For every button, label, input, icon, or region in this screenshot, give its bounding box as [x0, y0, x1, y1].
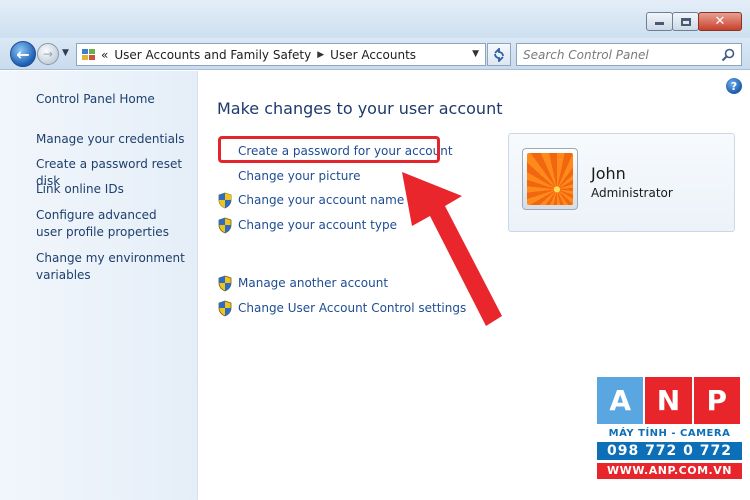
breadcrumb-item-user-accounts[interactable]: User Accounts	[330, 48, 416, 62]
user-account-card: John Administrator	[508, 133, 735, 232]
title-bar: ✕	[0, 0, 750, 38]
breadcrumb-overflow[interactable]: «	[101, 48, 108, 62]
breadcrumb-separator-icon[interactable]: ▶	[317, 50, 324, 60]
maximize-button[interactable]	[672, 12, 699, 31]
refresh-icon	[494, 47, 504, 62]
user-picture[interactable]	[522, 148, 578, 210]
search-input[interactable]	[523, 47, 713, 62]
search-icon[interactable]	[721, 48, 735, 62]
navigation-bar: ← → ▼ « User Accounts and Family Safety …	[0, 38, 750, 70]
close-icon: ✕	[714, 14, 726, 29]
task-pane: Control Panel Home Manage your credentia…	[0, 71, 198, 500]
task-manage-another-account[interactable]: Manage another account	[217, 274, 388, 292]
control-panel-home-link[interactable]: Control Panel Home	[36, 91, 186, 108]
user-name: John	[591, 164, 626, 183]
close-button[interactable]: ✕	[698, 12, 742, 31]
manage-credentials-link[interactable]: Manage your credentials	[36, 131, 186, 148]
change-account-name-link[interactable]: Change your account name	[238, 193, 404, 207]
minimize-button[interactable]	[646, 12, 673, 31]
uac-shield-icon	[218, 192, 232, 208]
minimize-icon	[655, 19, 664, 25]
annotation-arrow-icon	[402, 172, 502, 326]
flower-avatar-icon	[527, 153, 573, 205]
change-environment-variables-link[interactable]: Change my environment variables	[36, 250, 186, 284]
user-role: Administrator	[591, 186, 673, 200]
help-icon[interactable]: ?	[726, 78, 742, 94]
recent-pages-dropdown[interactable]: ▼	[62, 48, 69, 58]
back-button[interactable]: ←	[10, 41, 36, 67]
task-change-account-name[interactable]: Change your account name	[217, 191, 404, 209]
uac-shield-icon	[218, 275, 232, 291]
logo-phone: 098 772 0 772	[597, 442, 742, 460]
breadcrumb-item-user-accounts-family-safety[interactable]: User Accounts and Family Safety	[114, 48, 311, 62]
maximize-icon	[680, 17, 691, 26]
logo-letter-n: N	[645, 377, 692, 424]
page-title: Make changes to your user account	[217, 99, 503, 118]
address-bar[interactable]: « User Accounts and Family Safety ▶ User…	[76, 43, 486, 66]
refresh-button[interactable]	[487, 43, 511, 66]
address-dropdown-icon[interactable]: ▼	[472, 49, 479, 59]
configure-advanced-profile-link[interactable]: Configure advanced user profile properti…	[36, 207, 186, 241]
change-picture-link[interactable]: Change your picture	[238, 169, 360, 183]
search-box[interactable]	[516, 43, 742, 66]
highlight-box	[218, 136, 440, 163]
logo-letter-a: A	[597, 377, 644, 424]
change-account-type-link[interactable]: Change your account type	[238, 218, 397, 232]
forward-button[interactable]: →	[37, 43, 59, 65]
task-change-account-type[interactable]: Change your account type	[217, 216, 397, 234]
arrow-right-icon: →	[42, 47, 54, 61]
control-panel-icon	[81, 48, 97, 62]
logo-tiles: A N P	[597, 377, 742, 424]
logo-website: WWW.ANP.COM.VN	[597, 463, 742, 479]
manage-another-account-link[interactable]: Manage another account	[238, 276, 388, 290]
link-online-ids-link[interactable]: Link online IDs	[36, 181, 186, 198]
uac-shield-icon	[218, 300, 232, 316]
uac-shield-icon	[218, 217, 232, 233]
logo-tagline: MÁY TÍNH - CAMERA	[608, 428, 731, 439]
logo-letter-p: P	[693, 377, 740, 424]
arrow-left-icon: ←	[16, 44, 30, 64]
task-change-picture[interactable]: Change your picture	[217, 167, 360, 185]
watermark-logo: A N P MÁY TÍNH - CAMERA 098 772 0 772 WW…	[597, 377, 742, 490]
window-controls: ✕	[646, 12, 742, 31]
